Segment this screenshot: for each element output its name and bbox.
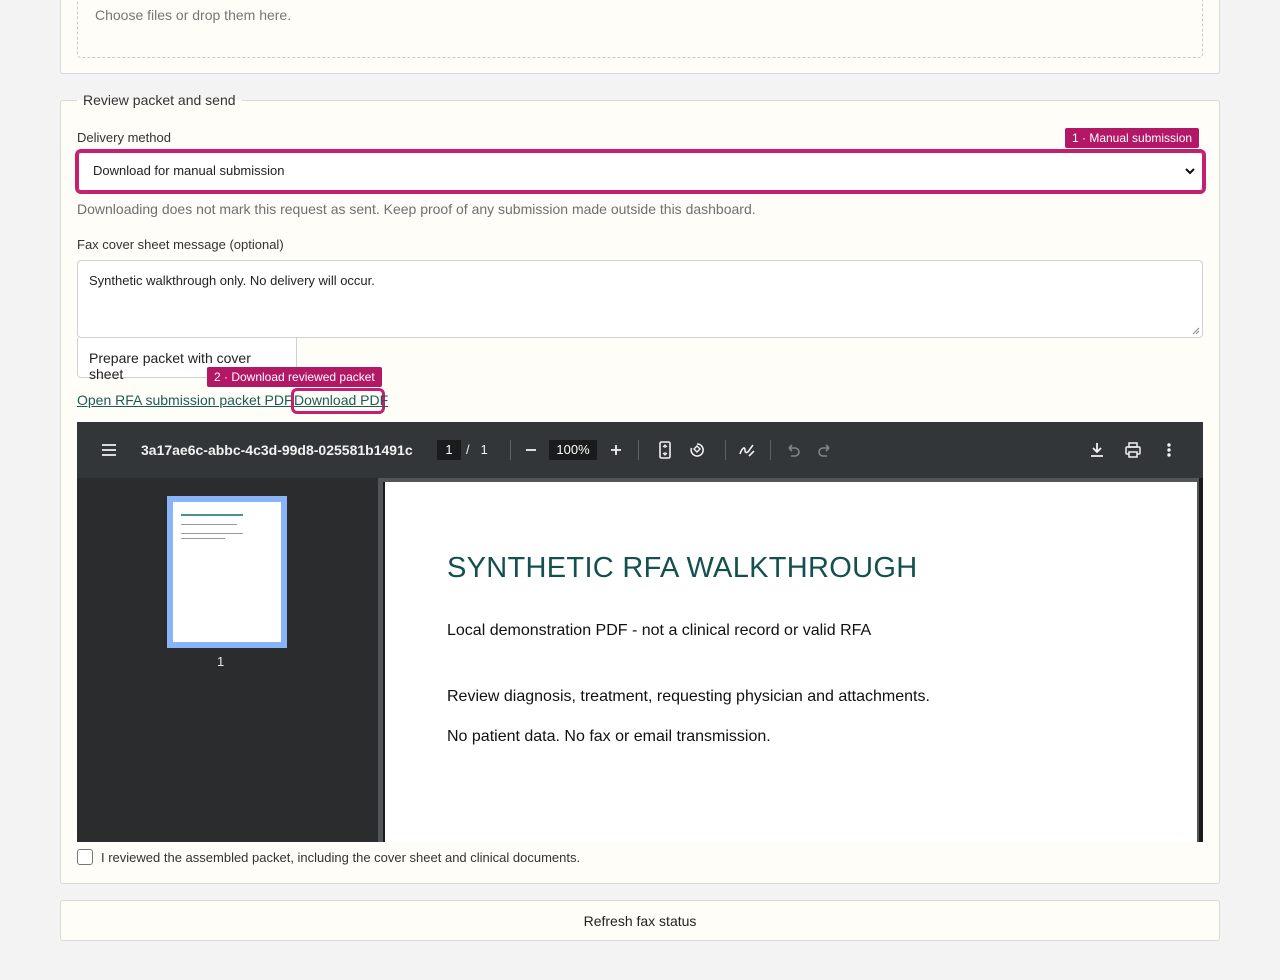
pdf-page-line: No patient data. No fax or email transmi…	[447, 728, 771, 745]
pdf-page-line: Local demonstration PDF - not a clinical…	[447, 622, 872, 639]
page-number-input[interactable]: 1	[437, 440, 461, 460]
page-count: / 1	[466, 442, 488, 457]
pdf-thumbnail-sidebar: 1	[77, 478, 378, 842]
upload-fieldset: Choose files or drop them here.	[60, 0, 1220, 74]
pdf-page: SYNTHETIC RFA WALKTHROUGH Local demonstr…	[383, 482, 1197, 842]
redo-icon[interactable]	[815, 440, 835, 460]
undo-icon[interactable]	[783, 440, 803, 460]
file-dropzone[interactable]: Choose files or drop them here.	[77, 0, 1203, 58]
chevron-down-icon	[1185, 168, 1195, 175]
cover-message-textarea[interactable]: Synthetic walkthrough only. No delivery …	[77, 260, 1203, 338]
download-pdf-link[interactable]: Download PDF	[294, 392, 388, 408]
print-icon[interactable]	[1123, 440, 1143, 460]
rotate-icon[interactable]	[687, 440, 707, 460]
cover-message-value: Synthetic walkthrough only. No delivery …	[89, 273, 375, 288]
viewer-edge	[1199, 478, 1203, 842]
resize-handle-icon[interactable]	[1192, 327, 1200, 335]
download-reviewed-badge: 2 · Download reviewed packet	[207, 367, 382, 387]
pdf-doc-title: 3a17ae6c-abbc-4c3d-99d8-025581b1491c	[141, 442, 413, 458]
pdf-viewer: 3a17ae6c-abbc-4c3d-99d8-025581b1491c 1 /…	[77, 422, 1203, 842]
more-vert-icon[interactable]	[1159, 440, 1179, 460]
review-fieldset: Review packet and send Delivery method 1…	[60, 92, 1220, 884]
page-separator: /	[466, 442, 470, 457]
download-icon[interactable]	[1087, 440, 1107, 460]
dropzone-text: Choose files or drop them here.	[95, 7, 292, 23]
minus-icon[interactable]	[521, 440, 541, 460]
toolbar-divider	[725, 440, 726, 460]
reviewed-checkbox[interactable]	[77, 849, 93, 865]
fit-page-icon[interactable]	[655, 440, 675, 460]
menu-icon[interactable]	[99, 440, 119, 460]
refresh-fax-status-button[interactable]: Refresh fax status	[60, 900, 1220, 941]
pdf-page-title: SYNTHETIC RFA WALKTHROUGH	[447, 552, 918, 584]
toolbar-divider	[510, 440, 511, 460]
zoom-level-input[interactable]: 100%	[549, 440, 597, 460]
delivery-method-value: Download for manual submission	[93, 163, 285, 178]
manual-submission-badge: 1 · Manual submission	[1065, 128, 1200, 148]
reviewed-checkbox-label[interactable]: I reviewed the assembled packet, includi…	[101, 850, 580, 865]
open-packet-link[interactable]: Open RFA submission packet PDF	[77, 392, 293, 408]
delivery-method-select[interactable]: Download for manual submission	[75, 149, 1206, 194]
cover-message-label: Fax cover sheet message (optional)	[77, 237, 284, 252]
pdf-toolbar: 3a17ae6c-abbc-4c3d-99d8-025581b1491c 1 /…	[77, 422, 1203, 478]
annotate-icon[interactable]	[737, 440, 757, 460]
toolbar-divider	[770, 440, 771, 460]
review-legend: Review packet and send	[77, 92, 242, 108]
delivery-method-label: Delivery method	[77, 130, 171, 145]
plus-icon[interactable]	[606, 440, 626, 460]
total-pages: 1	[480, 442, 488, 457]
delivery-hint: Downloading does not mark this request a…	[77, 201, 756, 217]
pdf-page-line: Review diagnosis, treatment, requesting …	[447, 688, 930, 705]
page-thumbnail[interactable]	[167, 496, 287, 648]
thumbnail-page-number: 1	[217, 654, 225, 669]
toolbar-divider	[638, 440, 639, 460]
